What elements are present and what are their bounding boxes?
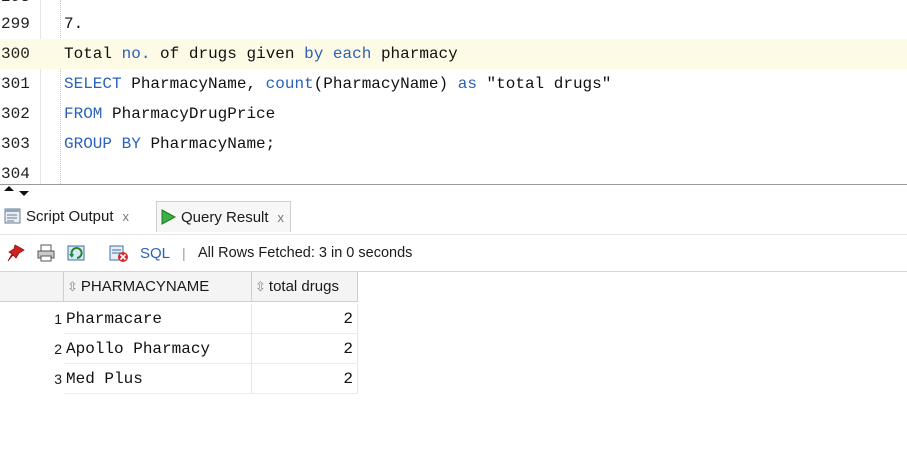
- row-number: 2: [54, 341, 62, 357]
- close-icon[interactable]: x: [278, 210, 285, 225]
- line-number: 302: [1, 105, 30, 123]
- tab-label: Query Result: [181, 208, 269, 226]
- sort-icon: ⇳: [67, 278, 78, 294]
- code-text: Total no. of drugs given by each pharmac…: [64, 45, 458, 63]
- cell-total-drugs[interactable]: 2: [252, 334, 358, 364]
- editor-line[interactable]: 299 7.: [0, 9, 907, 39]
- editor-line[interactable]: 302 FROM PharmacyDrugPrice: [0, 99, 907, 129]
- result-toolbar: SQL | All Rows Fetched: 3 in 0 seconds: [0, 234, 907, 271]
- output-tab-bar: Script Output x Query Result x: [0, 198, 907, 234]
- sql-editor[interactable]: 298 299 7. 300 Total no. of drugs given …: [0, 0, 907, 184]
- column-header-total-drugs[interactable]: ⇳ total drugs: [252, 272, 358, 302]
- row-number: 3: [54, 371, 62, 387]
- table-row[interactable]: 3 Med Plus 2: [0, 364, 360, 394]
- print-icon[interactable]: [36, 243, 56, 263]
- row-number-header: [0, 272, 64, 302]
- query-result-grid[interactable]: ⇳ PHARMACYNAME ⇳ total drugs 1 Pharmacar…: [0, 271, 907, 457]
- code-text: GROUP BY PharmacyName;: [64, 135, 276, 153]
- script-output-icon: [4, 208, 21, 224]
- cell-total-drugs[interactable]: 2: [252, 304, 358, 334]
- pin-icon[interactable]: [6, 243, 26, 263]
- row-number: 1: [54, 311, 62, 327]
- code-text: FROM PharmacyDrugPrice: [64, 105, 276, 123]
- line-number: 299: [1, 15, 30, 33]
- line-number: 300: [1, 45, 30, 63]
- column-header-label: total drugs: [268, 278, 339, 295]
- tab-label: Script Output: [26, 207, 114, 225]
- refresh-sql-icon[interactable]: [66, 243, 88, 263]
- clear-results-icon[interactable]: [108, 243, 130, 263]
- cell-total-drugs[interactable]: 2: [252, 364, 358, 394]
- code-text: 7.: [64, 15, 84, 33]
- sql-link[interactable]: SQL: [140, 243, 170, 263]
- editor-line[interactable]: 301 SELECT PharmacyName, count(PharmacyN…: [0, 69, 907, 99]
- tab-query-result[interactable]: Query Result x: [156, 201, 292, 232]
- table-row[interactable]: 1 Pharmacare 2: [0, 304, 360, 334]
- code-text: SELECT PharmacyName, count(PharmacyName)…: [64, 75, 612, 93]
- editor-line[interactable]: 304: [0, 159, 907, 184]
- table-row[interactable]: 2 Apollo Pharmacy 2: [0, 334, 360, 364]
- column-header-pharmacyname[interactable]: ⇳ PHARMACYNAME: [64, 272, 252, 302]
- sort-icon: ⇳: [255, 278, 266, 294]
- cell-pharmacyname[interactable]: Apollo Pharmacy: [64, 334, 252, 364]
- line-number: 303: [1, 135, 30, 153]
- splitter-line: [0, 184, 907, 185]
- cell-pharmacyname[interactable]: Pharmacare: [64, 304, 252, 334]
- column-header-label: PHARMACYNAME: [80, 278, 210, 295]
- line-number: 301: [1, 75, 30, 93]
- line-number: 304: [1, 165, 30, 183]
- splitter-collapse-icon[interactable]: [2, 185, 34, 197]
- pane-splitter[interactable]: [0, 184, 907, 198]
- close-icon[interactable]: x: [123, 209, 130, 224]
- tab-script-output[interactable]: Script Output x: [4, 201, 129, 231]
- toolbar-separator: |: [182, 245, 186, 261]
- fetch-status-text: All Rows Fetched: 3 in 0 seconds: [198, 245, 413, 261]
- editor-line[interactable]: 303 GROUP BY PharmacyName;: [0, 129, 907, 159]
- editor-line-highlighted[interactable]: 300 Total no. of drugs given by each pha…: [0, 39, 907, 69]
- cell-pharmacyname[interactable]: Med Plus: [64, 364, 252, 394]
- run-triangle-icon: [161, 209, 177, 225]
